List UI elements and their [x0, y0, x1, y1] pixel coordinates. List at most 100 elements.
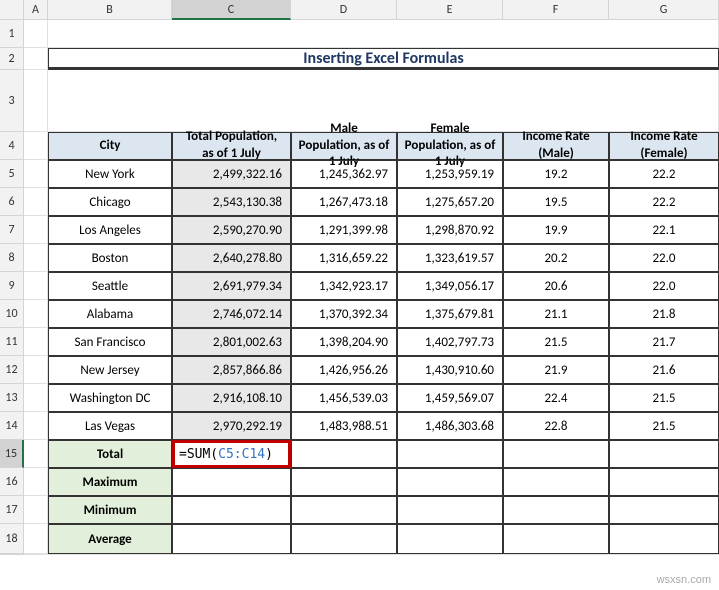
header-city[interactable]: City [48, 132, 172, 160]
row-header-11[interactable]: 11 [0, 328, 24, 356]
cell-A4[interactable] [24, 132, 48, 160]
row-header-17[interactable]: 17 [0, 496, 24, 524]
cell-G18[interactable] [609, 524, 719, 554]
cell-A3[interactable] [24, 70, 48, 132]
cell-E15[interactable] [397, 440, 503, 468]
table-cell[interactable]: 2,543,130.38 [172, 188, 291, 216]
row-header-7[interactable]: 7 [0, 216, 24, 244]
table-cell[interactable]: 22.1 [609, 216, 719, 244]
table-cell[interactable]: 1,275,657.20 [397, 188, 503, 216]
table-cell[interactable]: 19.2 [503, 160, 609, 188]
cell-F16[interactable] [503, 468, 609, 496]
table-cell[interactable]: 2,970,292.19 [172, 412, 291, 440]
table-cell[interactable]: 2,857,866.86 [172, 356, 291, 384]
table-cell[interactable]: 2,691,979.34 [172, 272, 291, 300]
header-male-pop[interactable]: Male Population, as of 1 July [291, 132, 397, 160]
table-cell[interactable]: 1,316,659.22 [291, 244, 397, 272]
cell-A13[interactable] [24, 384, 48, 412]
table-cell[interactable]: 21.5 [503, 328, 609, 356]
table-cell[interactable]: 1,456,539.03 [291, 384, 397, 412]
table-cell[interactable]: 22.0 [609, 244, 719, 272]
table-cell[interactable]: 1,398,204.90 [291, 328, 397, 356]
table-cell[interactable]: 21.9 [503, 356, 609, 384]
cell-A5[interactable] [24, 160, 48, 188]
cell-D15[interactable] [291, 440, 397, 468]
header-female-pop[interactable]: Female Population, as of 1 July [397, 132, 503, 160]
table-cell[interactable]: 21.6 [609, 356, 719, 384]
table-cell[interactable]: 2,590,270.90 [172, 216, 291, 244]
table-cell[interactable]: 22.4 [503, 384, 609, 412]
table-cell[interactable]: 1,430,910.60 [397, 356, 503, 384]
table-cell[interactable]: 1,253,959.19 [397, 160, 503, 188]
table-row[interactable]: Seattle [48, 272, 172, 300]
cell-A16[interactable] [24, 468, 48, 496]
row-header-8[interactable]: 8 [0, 244, 24, 272]
header-income-female[interactable]: Income Rate (Female) [609, 132, 719, 160]
cell-A11[interactable] [24, 328, 48, 356]
table-cell[interactable]: 1,486,303.68 [397, 412, 503, 440]
cell-A7[interactable] [24, 216, 48, 244]
cell-A2[interactable] [24, 48, 48, 70]
cell-B1-G1[interactable] [48, 20, 719, 48]
table-cell[interactable]: 1,483,988.51 [291, 412, 397, 440]
summary-total-label[interactable]: Total [48, 440, 172, 468]
table-cell[interactable]: 22.0 [609, 272, 719, 300]
row-header-14[interactable]: 14 [0, 412, 24, 440]
cell-A18[interactable] [24, 524, 48, 554]
row-header-4[interactable]: 4 [0, 132, 24, 160]
cell-A10[interactable] [24, 300, 48, 328]
col-header-E[interactable]: E [397, 0, 503, 20]
cell-D18[interactable] [291, 524, 397, 554]
table-cell[interactable]: 20.2 [503, 244, 609, 272]
row-header-15[interactable]: 15 [0, 440, 24, 468]
table-row[interactable]: Las Vegas [48, 412, 172, 440]
table-cell[interactable]: 22.8 [503, 412, 609, 440]
cell-A9[interactable] [24, 272, 48, 300]
table-cell[interactable]: 2,801,002.63 [172, 328, 291, 356]
cell-C16[interactable] [172, 468, 291, 496]
table-cell[interactable]: 2,746,072.14 [172, 300, 291, 328]
row-header-12[interactable]: 12 [0, 356, 24, 384]
cell-G16[interactable] [609, 468, 719, 496]
table-row[interactable]: Washington DC [48, 384, 172, 412]
cell-G17[interactable] [609, 496, 719, 524]
select-all-corner[interactable] [0, 0, 24, 20]
row-header-9[interactable]: 9 [0, 272, 24, 300]
col-header-B[interactable]: B [48, 0, 172, 20]
cell-E18[interactable] [397, 524, 503, 554]
cell-F18[interactable] [503, 524, 609, 554]
cell-A17[interactable] [24, 496, 48, 524]
table-row[interactable]: Chicago [48, 188, 172, 216]
table-cell[interactable]: 1,245,362.97 [291, 160, 397, 188]
table-cell[interactable]: 20.6 [503, 272, 609, 300]
row-header-3[interactable]: 3 [0, 70, 24, 132]
row-header-10[interactable]: 10 [0, 300, 24, 328]
row-header-13[interactable]: 13 [0, 384, 24, 412]
table-cell[interactable]: 21.5 [609, 412, 719, 440]
cell-C17[interactable] [172, 496, 291, 524]
table-row[interactable]: Alabama [48, 300, 172, 328]
col-header-G[interactable]: G [609, 0, 719, 20]
table-cell[interactable]: 19.5 [503, 188, 609, 216]
table-cell[interactable]: 21.7 [609, 328, 719, 356]
cell-A1[interactable] [24, 20, 48, 48]
table-cell[interactable]: 22.2 [609, 188, 719, 216]
header-total-pop[interactable]: Total Population, as of 1 July [172, 132, 291, 160]
cell-D16[interactable] [291, 468, 397, 496]
col-header-D[interactable]: D [291, 0, 397, 20]
table-cell[interactable]: 1,298,870.92 [397, 216, 503, 244]
row-header-19[interactable] [0, 554, 24, 555]
cell-G15[interactable] [609, 440, 719, 468]
row-header-16[interactable]: 16 [0, 468, 24, 496]
row-header-2[interactable]: 2 [0, 48, 24, 70]
table-cell[interactable]: 19.9 [503, 216, 609, 244]
cell-C18[interactable] [172, 524, 291, 554]
summary-maximum-label[interactable]: Maximum [48, 468, 172, 496]
table-cell[interactable]: 1,402,797.73 [397, 328, 503, 356]
col-header-C[interactable]: C [172, 0, 291, 20]
table-cell[interactable]: 21.5 [609, 384, 719, 412]
table-cell[interactable]: 1,342,923.17 [291, 272, 397, 300]
cell-A8[interactable] [24, 244, 48, 272]
table-cell[interactable]: 22.2 [609, 160, 719, 188]
table-cell[interactable]: 1,370,392.34 [291, 300, 397, 328]
